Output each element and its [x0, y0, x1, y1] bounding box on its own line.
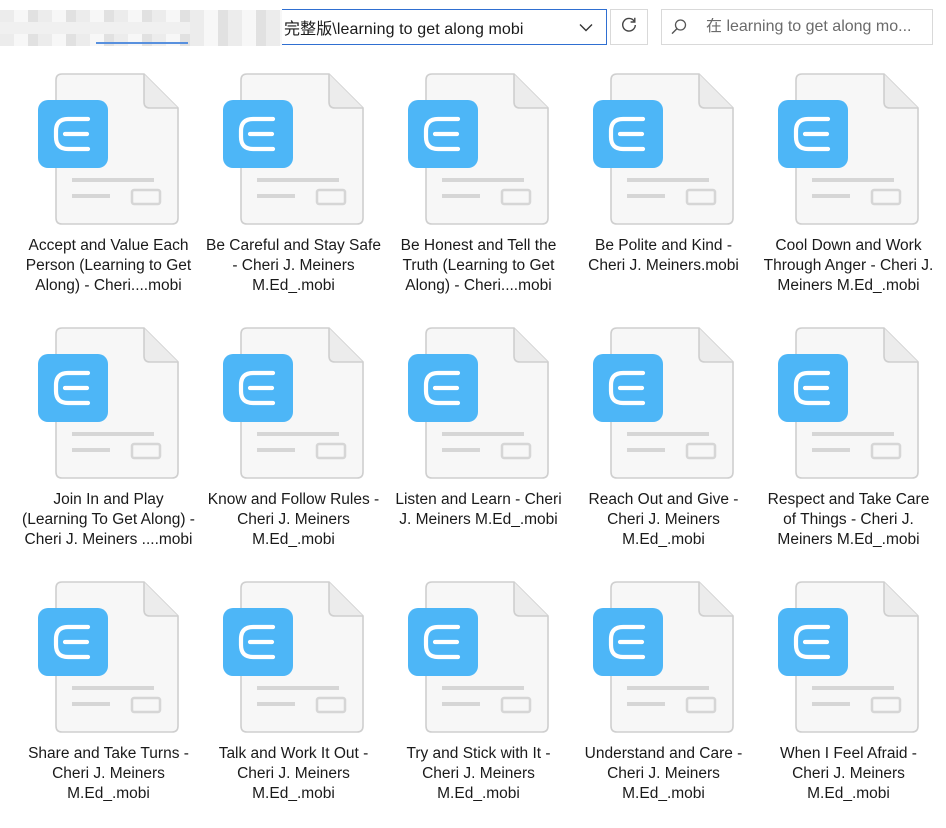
file-name: Talk and Work It Out - Cheri J. Meiners …	[218, 745, 369, 802]
file-name: Reach Out and Give - Cheri J. Meiners M.…	[588, 491, 739, 548]
search-input[interactable]	[696, 18, 932, 36]
file-item[interactable]: Be Careful and Stay Safe - Cheri J. Mein…	[201, 66, 386, 320]
mobi-file-icon	[219, 70, 369, 230]
file-item[interactable]: Share and Take Turns - Cheri J. Meiners …	[16, 574, 201, 828]
file-item[interactable]: Accept and Value Each Person (Learning t…	[16, 66, 201, 320]
file-item[interactable]: Reach Out and Give - Cheri J. Meiners M.…	[571, 320, 756, 574]
file-item[interactable]: Know and Follow Rules - Cheri J. Meiners…	[201, 320, 386, 574]
file-item[interactable]: Respect and Take Care of Things - Cheri …	[756, 320, 941, 574]
mobi-file-icon	[34, 70, 184, 230]
navigation-bar: 完整版\learning to get along mobi	[0, 0, 946, 56]
file-item[interactable]: Be Honest and Tell the Truth (Learning t…	[386, 66, 571, 320]
address-bar[interactable]: 完整版\learning to get along mobi	[282, 9, 607, 45]
file-item[interactable]: Try and Stick with It - Cheri J. Meiners…	[386, 574, 571, 828]
mobi-file-icon	[34, 324, 184, 484]
address-path[interactable]: 完整版\learning to get along mobi	[282, 15, 566, 39]
file-name: Cool Down and Work Through Anger - Cheri…	[763, 237, 934, 294]
chevron-down-icon[interactable]	[566, 10, 606, 44]
file-grid: Accept and Value Each Person (Learning t…	[16, 66, 941, 828]
mobi-file-icon	[219, 578, 369, 738]
refresh-icon	[620, 16, 638, 39]
mobi-file-icon	[774, 578, 924, 738]
file-name: Accept and Value Each Person (Learning t…	[25, 237, 192, 294]
file-name: Know and Follow Rules - Cheri J. Meiners…	[207, 491, 380, 548]
blurred-breadcrumb	[0, 10, 282, 46]
mobi-file-icon	[774, 324, 924, 484]
file-item[interactable]: Listen and Learn - Cheri J. Meiners M.Ed…	[386, 320, 571, 574]
file-item[interactable]: Join In and Play (Learning To Get Along)…	[16, 320, 201, 574]
file-item[interactable]: When I Feel Afraid - Cheri J. Meiners M.…	[756, 574, 941, 828]
mobi-file-icon	[34, 578, 184, 738]
file-item[interactable]: Be Polite and Kind - Cheri J. Meiners.mo…	[571, 66, 756, 320]
mobi-file-icon	[404, 70, 554, 230]
mobi-file-icon	[404, 578, 554, 738]
refresh-button[interactable]	[610, 9, 648, 45]
search-icon	[662, 10, 696, 44]
file-name: Join In and Play (Learning To Get Along)…	[22, 491, 195, 548]
file-name: Listen and Learn - Cheri J. Meiners M.Ed…	[395, 491, 562, 528]
mobi-file-icon	[589, 578, 739, 738]
file-name: Try and Stick with It - Cheri J. Meiners…	[406, 745, 551, 802]
mobi-file-icon	[774, 70, 924, 230]
mobi-file-icon	[589, 70, 739, 230]
file-name: Share and Take Turns - Cheri J. Meiners …	[28, 745, 189, 802]
mobi-file-icon	[219, 324, 369, 484]
file-item[interactable]: Understand and Care - Cheri J. Meiners M…	[571, 574, 756, 828]
mobi-file-icon	[404, 324, 554, 484]
file-name: Respect and Take Care of Things - Cheri …	[767, 491, 930, 548]
mobi-file-icon	[589, 324, 739, 484]
file-name: Be Polite and Kind - Cheri J. Meiners.mo…	[588, 237, 739, 274]
file-name: Be Careful and Stay Safe - Cheri J. Mein…	[206, 237, 381, 294]
file-name: When I Feel Afraid - Cheri J. Meiners M.…	[780, 745, 917, 802]
search-box[interactable]	[661, 9, 933, 45]
file-name: Be Honest and Tell the Truth (Learning t…	[400, 237, 557, 294]
file-name: Understand and Care - Cheri J. Meiners M…	[584, 745, 743, 802]
file-item[interactable]: Talk and Work It Out - Cheri J. Meiners …	[201, 574, 386, 828]
file-item[interactable]: Cool Down and Work Through Anger - Cheri…	[756, 66, 941, 320]
